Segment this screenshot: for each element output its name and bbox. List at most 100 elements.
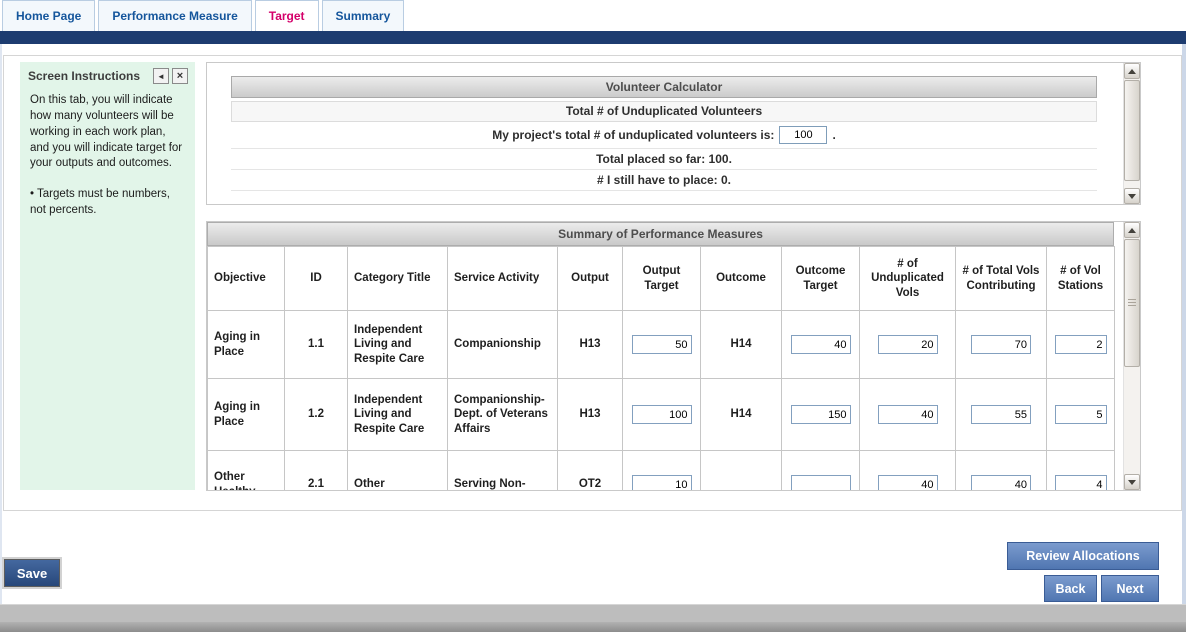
cell-objective: Aging in Place — [208, 379, 285, 451]
scroll-down-button[interactable] — [1124, 474, 1140, 490]
outcome-target-input[interactable] — [791, 475, 851, 491]
col-header-vol-stations: # of Vol Stations — [1047, 247, 1115, 311]
tab-performance-measure[interactable]: Performance Measure — [98, 0, 251, 31]
cell-id: 2.1 — [285, 451, 348, 492]
scroll-up-icon — [1128, 69, 1136, 74]
table-header-row: Objective ID Category Title Service Acti… — [208, 247, 1115, 311]
calculator-subtitle: Total # of Unduplicated Volunteers — [231, 101, 1097, 122]
calculator-scrollbar[interactable] — [1123, 63, 1140, 204]
scroll-up-button[interactable] — [1124, 63, 1140, 79]
next-button[interactable]: Next — [1101, 575, 1159, 602]
table-scrollbar[interactable] — [1123, 222, 1140, 490]
scrollbar-thumb[interactable] — [1124, 239, 1140, 367]
cell-vol-stations — [1047, 379, 1115, 451]
table-row: Aging in Place 1.1 Independent Living an… — [208, 311, 1115, 379]
cell-outcome-target — [782, 379, 860, 451]
table-row: Other Healthy 2.1 Other Serving Non- OT2 — [208, 451, 1115, 492]
close-panel-button[interactable]: × — [172, 68, 188, 84]
tab-home-page[interactable]: Home Page — [2, 0, 95, 31]
cell-category: Other — [348, 451, 448, 492]
cell-total-vols — [956, 379, 1047, 451]
total-placed-text: Total placed so far: 100. — [231, 149, 1097, 170]
tab-summary[interactable]: Summary — [322, 0, 405, 31]
cell-output-target — [623, 451, 701, 492]
back-button[interactable]: Back — [1044, 575, 1097, 602]
unduplicated-volunteers-label: My project's total # of unduplicated vol… — [492, 128, 774, 142]
cell-vol-stations — [1047, 451, 1115, 492]
collapse-left-icon: ◄ — [157, 72, 165, 81]
scroll-up-icon — [1128, 228, 1136, 233]
vol-stations-input[interactable] — [1055, 405, 1107, 424]
col-header-service-activity: Service Activity — [448, 247, 558, 311]
output-target-input[interactable] — [632, 405, 692, 424]
cell-total-vols — [956, 311, 1047, 379]
cell-activity: Companionship — [448, 311, 558, 379]
outcome-target-input[interactable] — [791, 335, 851, 354]
instructions-note: • Targets must be numbers, not percents. — [30, 187, 185, 219]
scrollbar-grip-icon — [1128, 299, 1136, 307]
total-vols-input[interactable] — [971, 335, 1031, 354]
performance-measures-panel: Summary of Performance Measures Objectiv… — [206, 221, 1141, 491]
unduplicated-volunteers-input[interactable] — [779, 126, 827, 144]
scroll-up-button[interactable] — [1124, 222, 1140, 238]
close-icon: × — [177, 70, 183, 82]
table-row: Aging in Place 1.2 Independent Living an… — [208, 379, 1115, 451]
vol-stations-input[interactable] — [1055, 475, 1107, 491]
target-page: Home Page Performance Measure Target Sum… — [0, 0, 1186, 632]
volunteer-calculator-panel: Volunteer Calculator Total # of Unduplic… — [206, 62, 1141, 205]
col-header-category-title: Category Title — [348, 247, 448, 311]
col-header-outcome-target: Outcome Target — [782, 247, 860, 311]
review-allocations-button[interactable]: Review Allocations — [1007, 542, 1159, 570]
cell-output: OT2 — [558, 451, 623, 492]
tab-target[interactable]: Target — [255, 0, 319, 31]
cell-category: Independent Living and Respite Care — [348, 379, 448, 451]
vol-stations-input[interactable] — [1055, 335, 1107, 354]
cell-vol-stations — [1047, 311, 1115, 379]
calculator-input-period: . — [832, 128, 835, 142]
output-target-input[interactable] — [632, 475, 692, 491]
cell-activity: Serving Non- — [448, 451, 558, 492]
instructions-body: On this tab, you will indicate how many … — [20, 86, 195, 226]
performance-table: Objective ID Category Title Service Acti… — [207, 246, 1115, 491]
cell-outcome: H14 — [701, 379, 782, 451]
scroll-down-button[interactable] — [1124, 188, 1140, 204]
header-bar — [0, 31, 1186, 44]
total-vols-input[interactable] — [971, 405, 1031, 424]
scroll-down-icon — [1128, 194, 1136, 199]
col-header-output-target: Output Target — [623, 247, 701, 311]
unduplicated-vols-input[interactable] — [878, 335, 938, 354]
cell-outcome-target — [782, 311, 860, 379]
save-button[interactable]: Save — [4, 559, 60, 587]
output-target-input[interactable] — [632, 335, 692, 354]
instructions-text: On this tab, you will indicate how many … — [30, 93, 185, 172]
cell-output: H13 — [558, 379, 623, 451]
cell-output-target — [623, 311, 701, 379]
cell-activity: Companionship-Dept. of Veterans Affairs — [448, 379, 558, 451]
footer-bar — [0, 604, 1186, 622]
collapse-panel-button[interactable]: ◄ — [153, 68, 169, 84]
total-vols-input[interactable] — [971, 475, 1031, 491]
cell-outcome — [701, 451, 782, 492]
still-to-place-text: # I still have to place: 0. — [231, 170, 1097, 191]
col-header-unduplicated-vols: # of Unduplicated Vols — [860, 247, 956, 311]
cell-objective: Aging in Place — [208, 311, 285, 379]
outcome-target-input[interactable] — [791, 405, 851, 424]
col-header-outcome: Outcome — [701, 247, 782, 311]
page-right-edge — [1182, 44, 1186, 604]
cell-outcome-target — [782, 451, 860, 492]
scrollbar-thumb[interactable] — [1124, 80, 1140, 181]
calculator-title: Volunteer Calculator — [231, 76, 1097, 98]
status-bar — [0, 622, 1186, 632]
col-header-output: Output — [558, 247, 623, 311]
unduplicated-vols-input[interactable] — [878, 405, 938, 424]
cell-id: 1.1 — [285, 311, 348, 379]
cell-unduplicated-vols — [860, 311, 956, 379]
scroll-down-icon — [1128, 480, 1136, 485]
calculator-content: Volunteer Calculator Total # of Unduplic… — [207, 63, 1123, 204]
cell-unduplicated-vols — [860, 379, 956, 451]
cell-unduplicated-vols — [860, 451, 956, 492]
unduplicated-vols-input[interactable] — [878, 475, 938, 491]
cell-total-vols — [956, 451, 1047, 492]
col-header-objective: Objective — [208, 247, 285, 311]
cell-output-target — [623, 379, 701, 451]
